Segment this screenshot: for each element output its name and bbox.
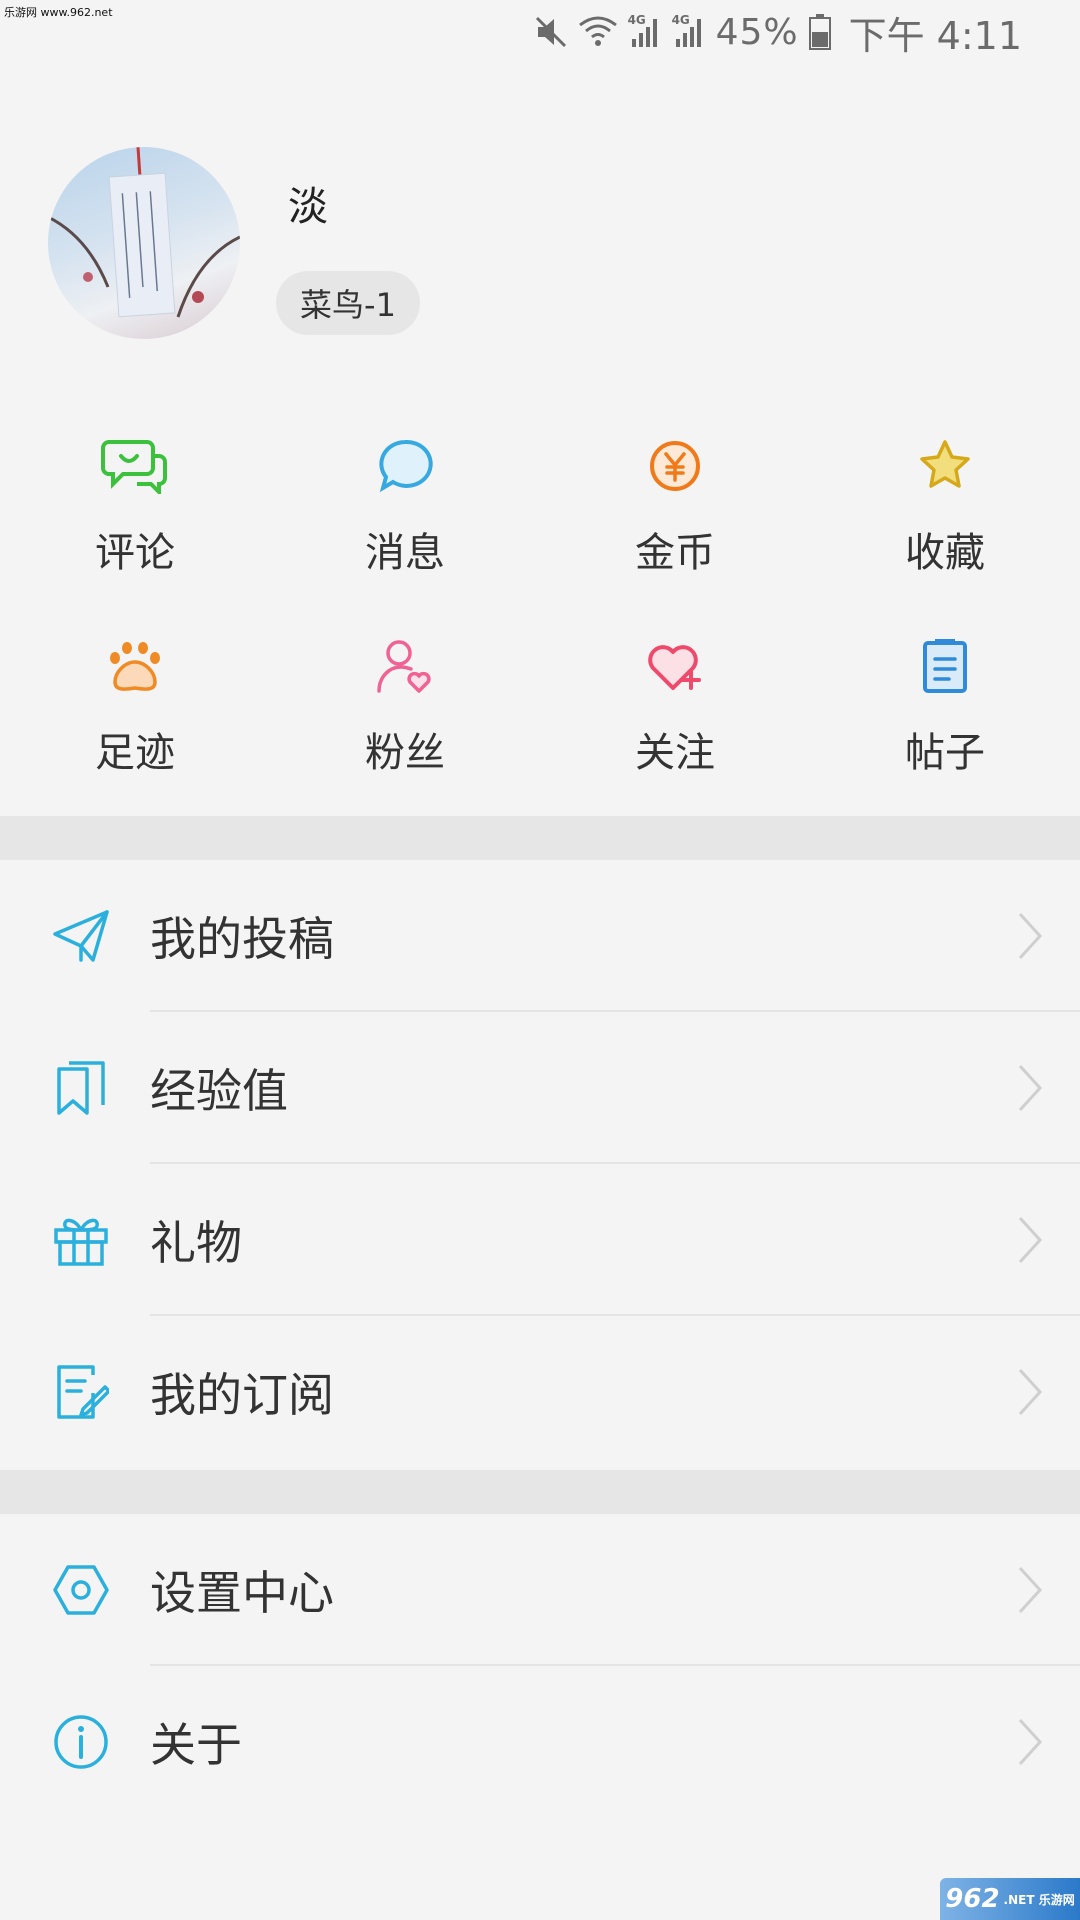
quick-action-coins[interactable]: 金币 — [540, 430, 810, 630]
quick-action-label: 粉丝 — [365, 730, 445, 776]
menu-item-experience[interactable]: 经验值 — [0, 1012, 1080, 1164]
quick-actions-row-1: 评论 消息 金币 收藏 — [0, 430, 1080, 630]
quick-action-label: 足迹 — [95, 730, 175, 776]
username: 淡 — [288, 184, 328, 230]
menu-item-label: 关于 — [150, 1718, 242, 1772]
quick-action-label: 收藏 — [905, 530, 985, 576]
edit-note-icon — [50, 1361, 112, 1423]
quick-action-label: 金币 — [635, 530, 715, 576]
quick-action-label: 评论 — [95, 530, 175, 576]
network-type-label-2: 4G — [671, 13, 690, 27]
menu-item-gifts[interactable]: 礼物 — [0, 1164, 1080, 1316]
watermark-logo: 962 .NET 乐游网 — [940, 1878, 1080, 1920]
status-icons: 4G 4G 45% 下午 4:11 — [534, 8, 1022, 58]
info-icon — [50, 1711, 112, 1773]
star-icon — [909, 430, 981, 502]
quick-action-label: 关注 — [635, 730, 715, 776]
fans-icon — [369, 630, 441, 702]
mute-icon — [534, 15, 568, 49]
watermark-brand: 962 — [945, 1884, 1000, 1914]
quick-action-label: 帖子 — [905, 730, 985, 776]
battery-percent: 45% — [715, 11, 799, 53]
chevron-right-icon — [1018, 1064, 1043, 1112]
menu-item-settings[interactable]: 设置中心 — [0, 1514, 1080, 1666]
quick-action-following[interactable]: 关注 — [540, 630, 810, 830]
quick-actions-row-2: 足迹 粉丝 关注 帖子 — [0, 630, 1080, 830]
signal-icon: 4G — [627, 13, 662, 49]
menu-item-label: 设置中心 — [150, 1566, 334, 1620]
menu-item-label: 经验值 — [150, 1064, 288, 1118]
bookmark-icon — [50, 1057, 112, 1119]
menu-item-subscriptions[interactable]: 我的订阅 — [0, 1316, 1080, 1468]
follow-heart-icon — [639, 630, 711, 702]
signal-icon-2: 4G — [671, 13, 706, 49]
menu-item-label: 礼物 — [150, 1216, 242, 1270]
clock: 下午 4:11 — [848, 13, 1022, 58]
battery-icon — [808, 14, 831, 50]
gift-icon — [50, 1209, 112, 1271]
avatar[interactable] — [48, 147, 240, 339]
network-type-label: 4G — [627, 13, 646, 27]
menu-item-label: 我的投稿 — [150, 912, 334, 966]
quick-action-comments[interactable]: 评论 — [0, 430, 270, 630]
quick-actions-grid: 评论 消息 金币 收藏 足迹 粉丝 关注 帖子 — [0, 430, 1080, 830]
paw-icon — [99, 630, 171, 702]
watermark-suffix: .NET 乐游网 — [1003, 1892, 1075, 1907]
chevron-right-icon — [1018, 1216, 1043, 1264]
section-divider — [0, 1470, 1080, 1514]
wifi-icon — [578, 15, 618, 49]
quick-action-label: 消息 — [365, 530, 445, 576]
menu-item-label: 我的订阅 — [150, 1368, 334, 1422]
coin-icon — [639, 430, 711, 502]
menu-group-2: 设置中心 关于 — [0, 1514, 1080, 1818]
quick-action-footprints[interactable]: 足迹 — [0, 630, 270, 830]
posts-icon — [909, 630, 981, 702]
send-icon — [50, 905, 112, 967]
quick-action-messages[interactable]: 消息 — [270, 430, 540, 630]
quick-action-favorites[interactable]: 收藏 — [810, 430, 1080, 630]
section-divider — [0, 816, 1080, 860]
message-icon — [369, 430, 441, 502]
menu-item-my-submissions[interactable]: 我的投稿 — [0, 860, 1080, 1012]
level-badge[interactable]: 菜鸟-1 — [276, 271, 420, 335]
menu-item-about[interactable]: 关于 — [0, 1666, 1080, 1818]
quick-action-fans[interactable]: 粉丝 — [270, 630, 540, 830]
quick-action-posts[interactable]: 帖子 — [810, 630, 1080, 830]
menu-group-1: 我的投稿 经验值 礼物 我的订阅 — [0, 860, 1080, 1468]
chevron-right-icon — [1018, 1368, 1043, 1416]
chevron-right-icon — [1018, 1718, 1043, 1766]
status-bar: 4G 4G 45% 下午 4:11 — [0, 0, 1080, 62]
comment-icon — [99, 430, 171, 502]
settings-hexagon-icon — [50, 1559, 112, 1621]
chevron-right-icon — [1018, 1566, 1043, 1614]
chevron-right-icon — [1018, 912, 1043, 960]
